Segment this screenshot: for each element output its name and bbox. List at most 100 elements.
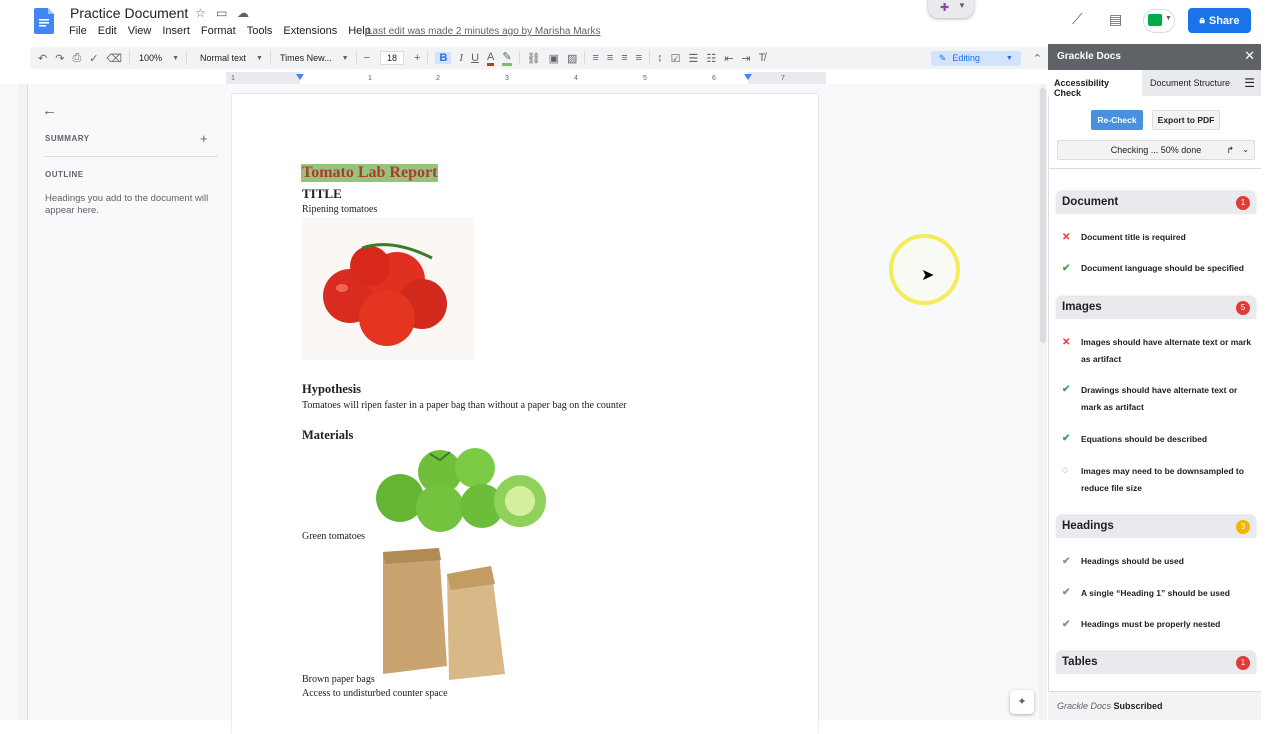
check-item[interactable]: Images should have alternate text or mar…: [1081, 334, 1256, 368]
insert-image-icon[interactable]: ▨: [567, 52, 577, 65]
check-item[interactable]: A single “Heading 1” should be used: [1081, 585, 1256, 602]
section-images[interactable]: Images 5: [1056, 297, 1256, 319]
bold-button[interactable]: B: [435, 52, 452, 64]
menu-extensions[interactable]: Extensions: [283, 25, 337, 37]
addon-button[interactable]: ✚ ▼: [928, 0, 974, 18]
menu-view[interactable]: View: [128, 25, 152, 37]
document-page[interactable]: Tomato Lab Report TITLE Ripening tomatoe…: [232, 94, 818, 734]
recheck-button[interactable]: Re-Check: [1091, 110, 1143, 130]
divider: [649, 51, 651, 65]
chevron-down-icon: ▼: [172, 54, 179, 62]
add-summary-icon[interactable]: +: [200, 131, 208, 146]
font-select[interactable]: Times New...: [280, 53, 332, 63]
bulleted-list-icon[interactable]: ☰: [688, 52, 698, 65]
star-icon[interactable]: ☆: [195, 6, 206, 20]
decrease-font-size-icon[interactable]: −: [364, 52, 370, 64]
menu-tools[interactable]: Tools: [247, 25, 273, 37]
section-headings[interactable]: Headings 3: [1056, 516, 1256, 538]
chevron-down-icon: ▼: [1165, 15, 1172, 22]
editing-mode-select[interactable]: ✎ Editing ▼: [930, 50, 1021, 66]
move-folder-icon[interactable]: ▭: [216, 6, 227, 20]
check-item[interactable]: Drawings should have alternate text or m…: [1081, 382, 1256, 416]
check-item[interactable]: Equations should be described: [1081, 431, 1256, 448]
check-item[interactable]: Document language should be specified: [1081, 260, 1256, 277]
doc-subtitle[interactable]: Ripening tomatoes: [302, 204, 377, 215]
explore-icon[interactable]: ✦: [1010, 690, 1034, 714]
chevron-down-icon: ▼: [256, 54, 263, 62]
highlight-color-icon[interactable]: ✎: [502, 50, 512, 66]
last-edit-link[interactable]: Last edit was made 2 minutes ago by Mari…: [367, 26, 600, 37]
section-tables[interactable]: Tables 1: [1056, 652, 1256, 674]
undo-icon[interactable]: ↶: [38, 52, 47, 65]
menu-insert[interactable]: Insert: [162, 25, 190, 37]
increase-indent-icon[interactable]: ⇥: [741, 52, 750, 65]
line-spacing-icon[interactable]: ↕: [657, 52, 663, 64]
add-comment-icon[interactable]: ▣: [549, 52, 559, 65]
style-select[interactable]: Normal text: [200, 53, 246, 63]
menu-file[interactable]: File: [69, 25, 87, 37]
align-left-icon[interactable]: ≡: [592, 52, 598, 64]
pass-icon: ✔: [1062, 433, 1071, 444]
scrollbar-thumb[interactable]: [1040, 88, 1046, 343]
clear-formatting-icon[interactable]: T̸: [759, 52, 766, 64]
redo-icon[interactable]: ↷: [55, 52, 64, 65]
back-arrow-icon[interactable]: ←: [42, 102, 57, 119]
hypothesis-heading[interactable]: Hypothesis: [302, 382, 361, 397]
activity-trend-icon[interactable]: ⟋: [1072, 11, 1083, 28]
spellcheck-icon[interactable]: ✓: [89, 52, 98, 65]
materials-heading[interactable]: Materials: [302, 428, 353, 443]
tab-accessibility-check[interactable]: Accessibility Check: [1048, 70, 1142, 98]
check-item[interactable]: Headings should be used: [1081, 553, 1256, 570]
chevron-up-icon[interactable]: ⌃: [1033, 52, 1042, 65]
tab-document-structure[interactable]: Document Structure: [1150, 78, 1230, 88]
hamburger-menu-icon[interactable]: ☰: [1244, 76, 1255, 90]
align-right-icon[interactable]: ≡: [621, 52, 627, 64]
numbered-list-icon[interactable]: ☷: [706, 52, 716, 65]
paint-format-icon[interactable]: ⌫: [106, 52, 122, 65]
check-item[interactable]: Document title is required: [1081, 229, 1256, 246]
footer-brand: Grackle Docs: [1057, 701, 1112, 711]
decrease-indent-icon[interactable]: ⇤: [724, 52, 733, 65]
text-color-button[interactable]: A: [487, 51, 495, 66]
chevron-down-icon[interactable]: ⌄: [1242, 141, 1249, 159]
doc-title-text[interactable]: TITLE: [302, 186, 342, 202]
material-counter-space[interactable]: Access to undisturbed counter space: [302, 688, 448, 699]
material-green-tomatoes[interactable]: Green tomatoes: [302, 531, 365, 542]
red-tomatoes-image[interactable]: [302, 218, 474, 360]
paper-bags-image[interactable]: [379, 546, 509, 682]
checklist-icon[interactable]: ☑: [671, 52, 681, 65]
link-icon[interactable]: ⛓: [527, 52, 541, 65]
menu-format[interactable]: Format: [201, 25, 236, 37]
progress-text: Checking ... 50% done: [1110, 145, 1202, 155]
check-item[interactable]: Headings must be properly nested: [1081, 616, 1256, 633]
italic-button[interactable]: I: [459, 52, 463, 64]
vertical-ruler: [18, 84, 28, 720]
export-pdf-button[interactable]: Export to PDF: [1152, 110, 1220, 130]
increase-font-size-icon[interactable]: +: [414, 52, 420, 64]
warning-check-icon: ✔: [1062, 619, 1071, 630]
zoom-select[interactable]: 100%: [139, 53, 162, 63]
docs-logo-icon[interactable]: [34, 8, 54, 34]
share-button[interactable]: 🔒︎ Share: [1188, 8, 1251, 33]
progress-status: Checking ... 50% done ↱ ⌄: [1057, 140, 1255, 160]
hypothesis-text[interactable]: Tomatoes will ripen faster in a paper ba…: [302, 400, 626, 411]
close-icon[interactable]: ✕: [1244, 48, 1255, 64]
justify-icon[interactable]: ≡: [636, 52, 642, 64]
underline-button[interactable]: U: [471, 52, 479, 64]
document-title[interactable]: Practice Document: [70, 5, 188, 21]
doc-heading[interactable]: Tomato Lab Report: [301, 164, 439, 182]
section-document[interactable]: Document 1: [1056, 192, 1256, 214]
meet-button[interactable]: ▼: [1143, 9, 1175, 33]
align-center-icon[interactable]: ≡: [607, 52, 613, 64]
check-item[interactable]: Images may need to be downsampled to red…: [1081, 463, 1256, 497]
divider: [44, 156, 218, 157]
font-size-input[interactable]: 18: [380, 51, 405, 65]
material-paper-bags[interactable]: Brown paper bags: [302, 674, 375, 685]
green-tomatoes-image[interactable]: [370, 446, 556, 540]
share-arrow-icon[interactable]: ↱: [1226, 141, 1234, 159]
cloud-status-icon[interactable]: ☁: [237, 6, 249, 20]
comment-history-icon[interactable]: ▤: [1109, 11, 1122, 28]
menu-edit[interactable]: Edit: [98, 25, 117, 37]
print-icon[interactable]: ⎙: [72, 52, 81, 65]
chevron-down-icon: ▼: [1005, 54, 1013, 62]
